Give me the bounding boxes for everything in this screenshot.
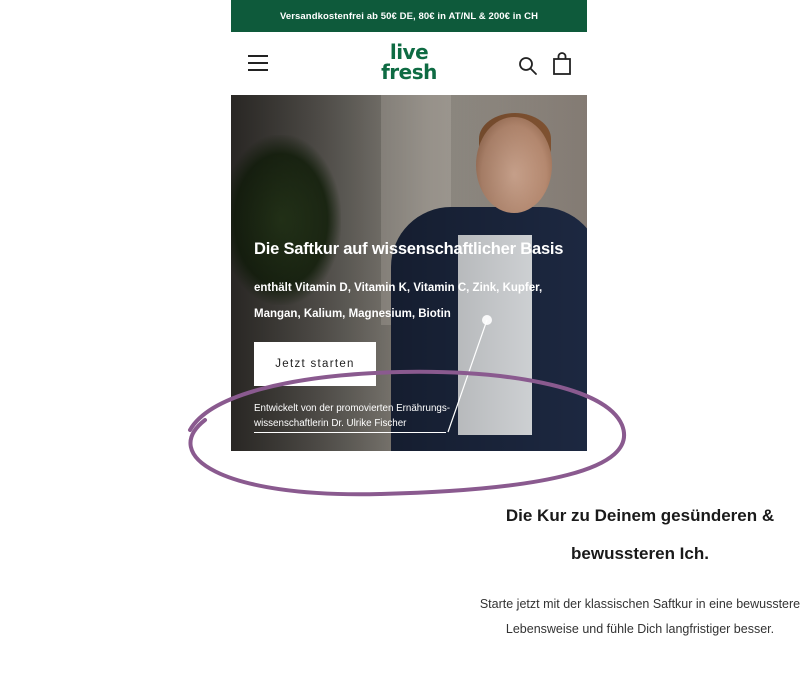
intro-text: Starte jetzt mit der klassischen Saftkur… xyxy=(479,597,800,636)
mobile-page: Versandkostenfrei ab 50€ DE, 80€ in AT/N… xyxy=(231,0,800,688)
hero-title: Die Saftkur auf wissenschaftlicher Basis xyxy=(254,240,564,258)
logo-word-live: live xyxy=(389,40,429,64)
promo-text: Versandkostenfrei ab 50€ DE, 80€ in AT/N… xyxy=(279,10,539,22)
site-header: live fresh xyxy=(231,32,587,95)
developer-note-underline xyxy=(254,432,446,433)
shopping-bag-icon[interactable] xyxy=(552,52,572,76)
logo-word-fresh: fresh xyxy=(381,60,437,84)
start-now-button[interactable]: Jetzt starten xyxy=(254,342,376,386)
hamburger-menu-icon[interactable] xyxy=(248,55,268,71)
brand-logo[interactable]: live fresh xyxy=(378,42,440,86)
hero-banner: Die Saftkur auf wissenschaftlicher Basis… xyxy=(231,95,587,451)
intro-title: Die Kur zu Deinem gesünderen & bewusster… xyxy=(505,506,775,563)
hero-subtitle: enthält Vitamin D, Vitamin K, Vitamin C,… xyxy=(254,282,543,320)
shipping-promo-bar: Versandkostenfrei ab 50€ DE, 80€ in AT/N… xyxy=(231,0,587,32)
developer-note: Entwickelt von der promovierten Ernährun… xyxy=(254,403,451,429)
search-icon[interactable] xyxy=(518,56,538,76)
